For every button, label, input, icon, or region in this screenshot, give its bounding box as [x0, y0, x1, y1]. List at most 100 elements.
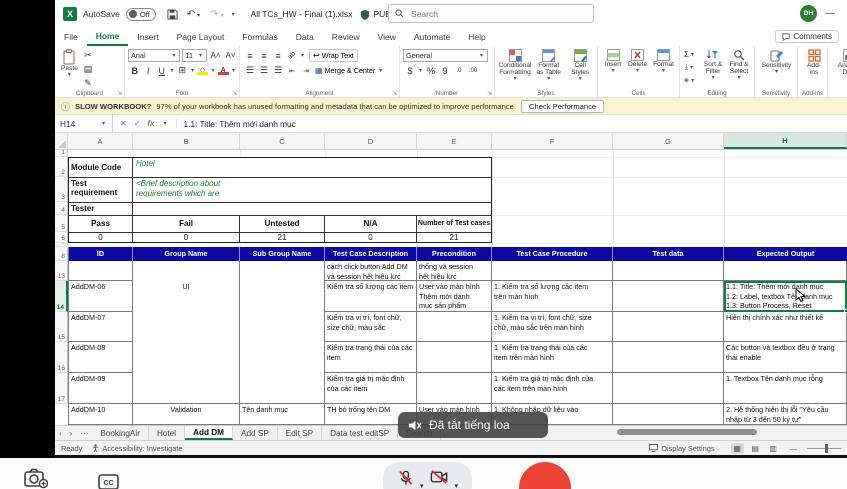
tab-automate[interactable]: Automate: [405, 28, 459, 46]
font-size-select[interactable]: 11▾: [182, 49, 207, 62]
undo-icon[interactable]: ↶▾: [187, 9, 202, 20]
cell[interactable]: [68, 261, 133, 281]
align-top-icon[interactable]: ≡: [243, 49, 257, 62]
cell[interactable]: [417, 373, 492, 404]
font-dialog-launcher[interactable]: ⇲: [232, 90, 237, 97]
cell[interactable]: [613, 373, 724, 404]
captions-icon[interactable]: CC: [98, 474, 119, 489]
stats-header-untested[interactable]: Untested: [240, 216, 325, 232]
header-procedure[interactable]: Test Case Procedure: [492, 247, 613, 261]
comma-style-icon[interactable]: 9: [438, 64, 452, 77]
zoom-slider[interactable]: [807, 448, 841, 449]
horizontal-scrollbar[interactable]: [617, 428, 847, 436]
zoom-slider-handle[interactable]: [825, 444, 828, 453]
cell[interactable]: Validation: [133, 404, 240, 425]
wrap-text-button[interactable]: ↩Wrap Text: [309, 49, 358, 62]
align-left-icon[interactable]: ☰: [243, 64, 257, 77]
column-header-d[interactable]: D: [325, 133, 417, 149]
sheet-tab-hotel[interactable]: Hotel: [149, 426, 185, 440]
sort-filter-button[interactable]: Sort & Filter▾: [700, 49, 726, 86]
cell[interactable]: UI: [133, 281, 240, 312]
accessibility-status[interactable]: Accessibility: Investigate: [92, 444, 182, 453]
delete-cells-button[interactable]: Delete▾: [625, 49, 650, 86]
cell[interactable]: thống và session hết hiệu lực: [417, 261, 492, 281]
cell[interactable]: 1. Kiểm tra vị trí, font chữ, size chữ, …: [492, 312, 613, 342]
header-group-name[interactable]: Group Name: [133, 247, 240, 261]
module-code-value[interactable]: Hotel: [133, 158, 491, 177]
tab-view[interactable]: View: [369, 28, 405, 46]
test-requirement-label[interactable]: Test requirement: [69, 178, 133, 202]
alignment-dialog-launcher[interactable]: ⇲: [392, 90, 397, 97]
sheet-nav-next-icon[interactable]: ›: [66, 426, 77, 440]
cell[interactable]: AddDM-10: [68, 404, 133, 425]
accounting-format-icon[interactable]: $: [403, 64, 417, 77]
stats-value-na[interactable]: 0: [325, 233, 417, 242]
redo-icon[interactable]: ↷▾: [210, 9, 225, 20]
row-header-15[interactable]: 15: [55, 312, 68, 342]
copy-icon[interactable]: ▤: [81, 63, 95, 76]
sheet-nav-more-icon[interactable]: ⋯: [76, 426, 92, 440]
stats-value-untested[interactable]: 21: [240, 233, 325, 242]
cell[interactable]: AddDM-06: [68, 281, 133, 312]
scrollbar-thumb[interactable]: [617, 429, 757, 435]
increase-indent-icon[interactable]: ⇥: [299, 64, 313, 77]
quick-access-chevron-icon[interactable]: ▾: [232, 11, 235, 18]
find-select-button[interactable]: Find & Select▾: [726, 49, 752, 86]
cell[interactable]: [240, 261, 325, 281]
increase-decimal-icon[interactable]: .0: [452, 64, 466, 77]
cell[interactable]: User vào màn hình Thêm mới danh mục sản …: [417, 281, 492, 312]
tab-help[interactable]: Help: [459, 28, 494, 46]
cell[interactable]: [240, 373, 325, 404]
borders-icon[interactable]: ⊞: [175, 64, 188, 77]
cell[interactable]: [613, 342, 724, 373]
cell[interactable]: [613, 261, 724, 281]
insert-function-icon[interactable]: fx: [147, 119, 154, 128]
page-break-view-icon[interactable]: ▥: [767, 443, 780, 454]
cell[interactable]: [240, 342, 325, 373]
cell[interactable]: Kiểm tra giá trị mặc định của các item: [325, 373, 417, 404]
shrink-font-icon[interactable]: A˅: [224, 49, 237, 62]
align-middle-icon[interactable]: ≡: [257, 49, 271, 62]
enter-icon[interactable]: ✓: [134, 119, 141, 128]
orientation-icon[interactable]: ab: [282, 46, 301, 65]
sheet-tab-add-dm-active[interactable]: Add DM: [185, 426, 233, 440]
format-as-table-button[interactable]: Format as Table▾: [532, 49, 565, 86]
insert-cells-button[interactable]: Insert▾: [601, 49, 625, 86]
clipboard-dialog-launcher[interactable]: ⇲: [117, 90, 122, 97]
cell[interactable]: [613, 404, 724, 425]
tab-data[interactable]: Data: [287, 28, 323, 46]
column-header-g[interactable]: G: [613, 133, 724, 149]
row-header-17[interactable]: 17: [55, 373, 68, 404]
fill-icon[interactable]: ⤓▾: [683, 62, 697, 74]
fill-color-icon[interactable]: ◇: [196, 64, 209, 77]
cell[interactable]: [417, 312, 492, 342]
formula-content[interactable]: 1.1: Title: Thêm mới danh mục: [177, 119, 303, 129]
font-name-select[interactable]: Arial▾: [128, 49, 180, 62]
select-all-corner[interactable]: [55, 133, 68, 149]
cut-icon[interactable]: ✂: [81, 49, 95, 62]
comments-button[interactable]: Comments: [775, 30, 839, 43]
stats-header-total[interactable]: Number of Test cases: [417, 216, 491, 232]
sheet-canvas[interactable]: 1 2 3 4 5 6 7 8 13 14 15 16 17 Module Co…: [55, 150, 847, 425]
cell[interactable]: AddDM-09: [68, 373, 133, 404]
percent-style-icon[interactable]: %: [424, 64, 438, 77]
autosave-toggle[interactable]: Off: [126, 8, 156, 21]
tab-review[interactable]: Review: [323, 28, 369, 46]
mic-options-chevron-icon[interactable]: ▾: [420, 482, 424, 489]
column-header-c[interactable]: C: [240, 133, 325, 149]
sheet-tab-data-test-editsp[interactable]: Data test editSP: [322, 426, 398, 440]
search-input[interactable]: [409, 8, 579, 20]
cell[interactable]: [240, 312, 325, 342]
cell[interactable]: [133, 261, 240, 281]
cell[interactable]: [613, 312, 724, 342]
stats-value-fail[interactable]: 0: [133, 233, 240, 242]
column-header-e[interactable]: E: [417, 133, 492, 149]
cell[interactable]: [724, 261, 847, 281]
decrease-decimal-icon[interactable]: .00: [466, 64, 480, 77]
zoom-out-icon[interactable]: —: [790, 444, 797, 453]
sheet-tab-edit-sp[interactable]: Edit SP: [278, 426, 322, 440]
number-format-select[interactable]: General▾: [403, 49, 488, 62]
grow-font-icon[interactable]: A˄: [209, 49, 222, 62]
row-header-13[interactable]: 13: [55, 261, 68, 281]
tab-formulas[interactable]: Formulas: [233, 28, 286, 46]
